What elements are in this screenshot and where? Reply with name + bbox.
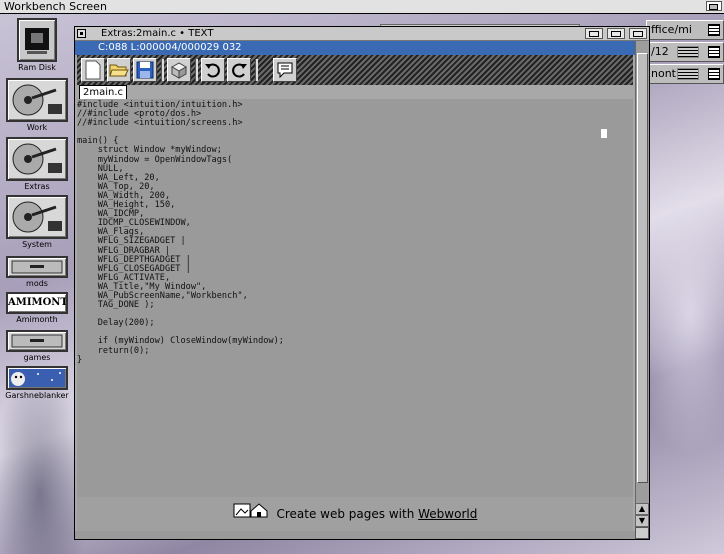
new-document-icon bbox=[85, 60, 101, 80]
comment-icon bbox=[277, 62, 293, 79]
depth-icon[interactable] bbox=[629, 28, 647, 39]
banner-text: Create web pages with bbox=[276, 507, 415, 521]
undo-icon bbox=[205, 63, 220, 78]
desktop-icon-label: games bbox=[23, 353, 51, 362]
drawer-icon bbox=[6, 330, 68, 352]
webworld-banner[interactable]: Create web pages with Webworld bbox=[77, 497, 633, 531]
window-title-bar[interactable]: Extras:2main.c • TEXT bbox=[75, 27, 649, 41]
desktop-icon-label: Ram Disk bbox=[18, 63, 56, 72]
open-folder-icon bbox=[109, 64, 129, 77]
print-icon bbox=[170, 62, 188, 79]
code-text[interactable]: #include <intuition/intuition.h> //#incl… bbox=[77, 100, 284, 365]
close-icon[interactable] bbox=[77, 29, 86, 38]
background-window-label: ffice/mi bbox=[651, 23, 692, 36]
zoom-icon[interactable] bbox=[607, 28, 625, 39]
desktop-icon-mods[interactable]: mods bbox=[4, 256, 70, 289]
desktop-icon-games[interactable]: games bbox=[4, 330, 70, 363]
harddisk-icon bbox=[6, 137, 68, 181]
code-editor[interactable]: #include <intuition/intuition.h> //#incl… bbox=[77, 99, 633, 497]
desktop-icon-label: Extras bbox=[24, 182, 50, 191]
iconify-icon[interactable] bbox=[585, 28, 603, 39]
toolbar-separator bbox=[195, 59, 198, 81]
new-document-button[interactable] bbox=[81, 58, 105, 82]
toolbar-separator bbox=[255, 59, 258, 81]
comment-button[interactable] bbox=[273, 58, 297, 82]
harddisk-icon bbox=[6, 78, 68, 122]
screen-depth-icon[interactable] bbox=[706, 1, 722, 11]
harddisk-icon bbox=[6, 195, 68, 239]
toolbar bbox=[77, 55, 633, 85]
drawer-icon bbox=[6, 256, 68, 278]
vertical-scrollbar[interactable] bbox=[635, 41, 649, 515]
save-disk-icon bbox=[136, 61, 154, 79]
ram-disk-icon bbox=[17, 18, 57, 62]
scroll-lines-icon[interactable] bbox=[677, 46, 699, 58]
background-window-month[interactable]: nonth bbox=[646, 64, 724, 84]
desktop-icon-extras[interactable]: Extras bbox=[4, 137, 70, 192]
cursor-position-status: C:088 L:000004/000029 032 bbox=[98, 42, 242, 53]
desktop-icon-work[interactable]: Work bbox=[4, 78, 70, 133]
webworld-logo-icon bbox=[233, 498, 269, 532]
horizontal-scroll-area bbox=[75, 531, 635, 539]
redo-button[interactable] bbox=[227, 58, 251, 82]
background-window-label: /12 bbox=[651, 45, 669, 58]
undo-button[interactable] bbox=[201, 58, 225, 82]
desktop-icon-label: Amimonth bbox=[16, 315, 58, 324]
resize-icon[interactable] bbox=[635, 527, 649, 539]
redo-icon bbox=[232, 63, 247, 78]
desktop-icon-system[interactable]: System bbox=[4, 195, 70, 250]
editor-window[interactable]: Extras:2main.c • TEXT C:088 L:000004/000… bbox=[74, 26, 650, 540]
window-title: Extras:2main.c • TEXT bbox=[101, 28, 214, 39]
scroll-up-icon[interactable]: ▲ bbox=[635, 503, 649, 515]
background-window-office[interactable]: ffice/mi bbox=[646, 20, 724, 40]
screen-title: Workbench Screen bbox=[4, 0, 107, 13]
desktop-icon-label: mods bbox=[26, 279, 48, 288]
desktop-icon-amimonth[interactable]: AMIMONTH Amimonth bbox=[4, 292, 70, 325]
text-cursor bbox=[601, 129, 607, 138]
desktop-icon-ram-disk[interactable]: Ram Disk bbox=[4, 18, 70, 73]
open-button[interactable] bbox=[107, 58, 131, 82]
desktop-icon-label: Garshneblanker bbox=[5, 391, 69, 400]
toolbar-separator bbox=[161, 59, 164, 81]
background-window-date[interactable]: /12 bbox=[646, 42, 724, 62]
lines-icon[interactable] bbox=[708, 24, 720, 36]
desktop-icon-garshneblanker[interactable]: Garshneblanker bbox=[4, 366, 70, 401]
scroll-down-icon[interactable]: ▼ bbox=[635, 515, 649, 527]
webworld-link[interactable]: Webworld bbox=[418, 507, 477, 521]
amimonth-logo-icon: AMIMONTH bbox=[6, 292, 68, 314]
desktop-icon-label: Work bbox=[26, 123, 48, 132]
blanker-icon bbox=[6, 366, 68, 390]
print-button[interactable] bbox=[167, 58, 191, 82]
lines-icon[interactable] bbox=[708, 46, 720, 58]
desktop-icon-label: System bbox=[22, 240, 52, 249]
scrollbar-knob[interactable] bbox=[637, 53, 648, 483]
status-bar: C:088 L:000004/000029 032 bbox=[75, 41, 635, 55]
save-button[interactable] bbox=[133, 58, 157, 82]
scroll-lines-icon[interactable] bbox=[677, 68, 699, 80]
lines-icon[interactable] bbox=[708, 68, 720, 80]
screen-title-bar[interactable]: Workbench Screen bbox=[0, 0, 724, 14]
